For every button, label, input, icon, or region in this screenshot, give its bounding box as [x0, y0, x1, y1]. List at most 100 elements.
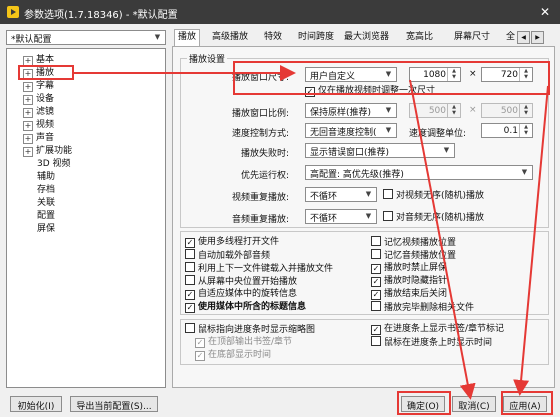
export-config-button[interactable]: 导出当前配置(S)...	[70, 396, 158, 412]
cancel-button[interactable]: 取消(C)	[452, 396, 496, 412]
tab[interactable]: 播放	[174, 29, 201, 47]
init-button[interactable]: 初始化(I)	[10, 396, 62, 412]
category-tree[interactable]: + 基本 + 播放 + 字幕 + 设备 + 滤镜 + 视频 + 声音 + 扩展功能 3D 视频 辅助 存档 关联 配置屏…	[6, 48, 166, 388]
option-label: 在进度条上显示书签/章节标记	[384, 324, 505, 334]
chevron-down-icon: ▼	[365, 212, 372, 220]
fail-select[interactable]: 显示错误窗口(推荐) ▼	[305, 143, 455, 158]
speed-value: 无回音速度控制(	[310, 128, 377, 138]
tree-item[interactable]: + 滤镜	[23, 106, 54, 119]
times-sign: ×	[469, 105, 477, 115]
checkmark-icon: ✓	[185, 290, 195, 300]
tree-item[interactable]: + 视频	[23, 119, 54, 132]
checkbox-box	[185, 262, 195, 272]
speed-unit-stepper[interactable]: 0.1 ▲ ▼	[481, 123, 533, 138]
tree-item[interactable]: 配置	[37, 210, 55, 223]
tab[interactable]: 高级播放	[212, 30, 248, 45]
video-repeat-select[interactable]: 不循环 ▼	[305, 187, 377, 202]
tab[interactable]: 时间跨度	[298, 30, 334, 45]
checkbox-box	[185, 275, 195, 285]
ratio-width-value: 500	[428, 106, 446, 116]
tree-item[interactable]: + 字幕	[23, 80, 54, 93]
speed-select[interactable]: 无回音速度控制( ▼	[305, 123, 397, 138]
stepper-arrows-icon: ▲ ▼	[447, 104, 460, 117]
audio-random-checkbox[interactable]: 对音频无序(随机)播放	[383, 211, 484, 223]
option-checkbox[interactable]: ✓ 播放结束后关闭	[371, 288, 447, 300]
chevron-down-icon: ▼	[385, 126, 392, 134]
option-checkbox[interactable]: 播放完毕删除相关文件	[371, 301, 474, 313]
option-checkbox[interactable]: ✓ 使用媒体中所含的标题信息	[185, 301, 306, 313]
checkbox-box	[185, 249, 195, 259]
option-checkbox[interactable]: 鼠标指向进度条时显示缩略图	[185, 323, 315, 335]
video-random-checkbox[interactable]: 对视频无序(随机)播放	[383, 189, 484, 201]
tree-item-label: 滤镜	[36, 107, 55, 117]
option-label: 从屏幕中央位置开始播放	[198, 277, 298, 287]
option-label: 自适应媒体中的旋转信息	[198, 289, 298, 299]
tree-item[interactable]: 辅助	[37, 171, 55, 184]
tab[interactable]: 全	[506, 30, 515, 45]
tree-item[interactable]: + 设备	[23, 93, 54, 106]
option-checkbox[interactable]: 记忆视频播放位置	[371, 236, 456, 248]
option-checkbox[interactable]: ✓ 使用多线程打开文件	[185, 236, 279, 248]
option-checkbox[interactable]: ✓ 播放时禁止屏保	[371, 262, 447, 274]
expand-icon[interactable]: +	[23, 121, 33, 131]
option-checkbox[interactable]: 记忆音频播放位置	[371, 249, 456, 261]
tree-item[interactable]: 屏保	[37, 223, 55, 236]
expand-icon[interactable]: +	[23, 82, 33, 92]
option-checkbox[interactable]: 自动加载外部音频	[185, 249, 270, 261]
option-checkbox[interactable]: ✓ 在进度条上显示书签/章节标记	[371, 323, 504, 335]
audio-repeat-value: 不循环	[310, 214, 338, 224]
checkbox-box	[371, 336, 381, 346]
expand-icon[interactable]: +	[23, 95, 33, 105]
tree-item[interactable]: 3D 视频	[37, 158, 71, 171]
checkmark-icon: ✓	[371, 277, 381, 287]
tree-item[interactable]: + 声音	[23, 132, 54, 145]
priority-select[interactable]: 高配置: 高优先级(推荐) ▼	[305, 165, 533, 180]
expand-icon[interactable]: +	[23, 108, 33, 118]
cancel-label: 取消(C)	[458, 402, 490, 412]
tree-item-label: 关联	[37, 198, 56, 208]
chevron-down-icon: ▼	[385, 106, 392, 114]
option-checkbox[interactable]: ✓ 自适应媒体中的旋转信息	[185, 288, 297, 300]
highlight-box-ok	[397, 391, 451, 415]
close-button[interactable]: ✕	[536, 3, 554, 21]
option-checkbox: ✓ 在顶部输出书签/章节	[195, 336, 292, 348]
option-label: 记忆视频播放位置	[384, 238, 457, 248]
option-checkbox[interactable]: 鼠标在进度条上时显示时间	[371, 336, 492, 348]
tab[interactable]: 特效	[264, 30, 282, 45]
option-checkbox[interactable]: 从屏幕中央位置开始播放	[185, 275, 297, 287]
window-title: 参数选项(1.7.18346) - *默认配置	[24, 10, 178, 21]
expand-icon[interactable]: +	[23, 134, 33, 144]
tab[interactable]: 宽高比	[406, 30, 433, 45]
tree-item-label: 辅助	[37, 172, 56, 182]
profile-select[interactable]: *默认配置 ▼	[6, 30, 166, 45]
checkbox-box	[185, 323, 195, 333]
expand-icon[interactable]: +	[23, 147, 33, 157]
video-repeat-value: 不循环	[310, 192, 338, 202]
tab[interactable]: 屏幕尺寸	[454, 30, 490, 45]
ratio-height-stepper: 500 ▲ ▼	[481, 103, 533, 118]
option-checkbox[interactable]: ✓ 播放时隐藏指针	[371, 275, 447, 287]
ratio-label: 播放窗口比例:	[231, 109, 289, 119]
ratio-select[interactable]: 保持原样(推荐) ▼	[305, 103, 397, 118]
option-label: 播放时禁止屏保	[384, 263, 448, 273]
tab[interactable]: 最大浏览器	[344, 30, 389, 45]
tree-item-label: 屏保	[37, 224, 56, 234]
audio-repeat-label: 音频重复播放:	[231, 215, 289, 225]
option-checkbox[interactable]: 利用上下一文件键载入并播放文件	[185, 262, 333, 274]
audio-random-label: 对音频无序(随机)播放	[396, 213, 485, 223]
checkmark-icon: ✓	[195, 338, 205, 348]
tree-item[interactable]: 存档	[37, 184, 55, 197]
speed-label: 速度控制方式:	[231, 129, 289, 139]
highlight-box-window-size	[233, 61, 550, 95]
tree-item[interactable]: + 扩展功能	[23, 145, 72, 158]
tab-prev-button[interactable]: ◀	[517, 31, 530, 44]
tab-next-button[interactable]: ▶	[531, 31, 544, 44]
highlight-box-apply	[501, 391, 553, 415]
export-config-label: 导出当前配置(S)...	[76, 402, 152, 412]
tree-item-label: 扩展功能	[36, 146, 73, 156]
tree-item[interactable]: 关联	[37, 197, 55, 210]
tree-item-label: 字幕	[36, 81, 55, 91]
option-label: 播放完毕删除相关文件	[384, 303, 475, 313]
audio-repeat-select[interactable]: 不循环 ▼	[305, 209, 377, 224]
option-label: 在底部显示时间	[208, 350, 272, 360]
